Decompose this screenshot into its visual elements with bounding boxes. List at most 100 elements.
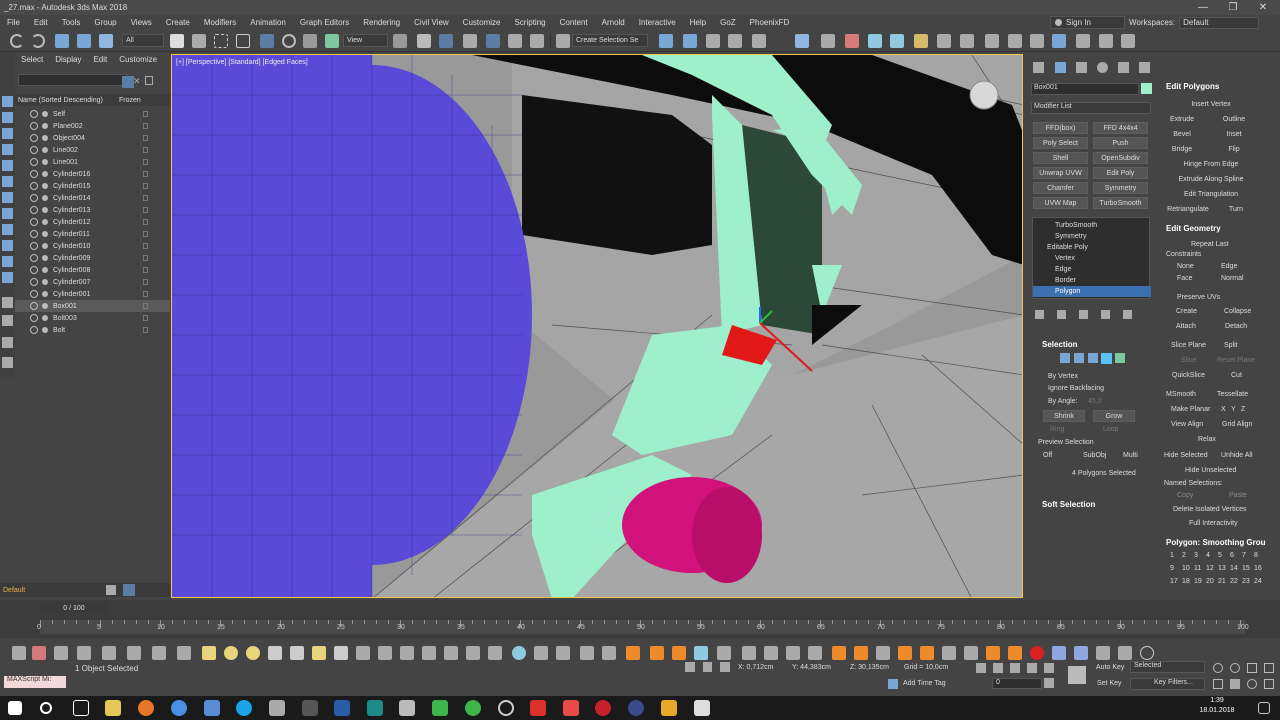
- reset-plane-button[interactable]: Reset Plane: [1217, 357, 1255, 364]
- app-icon-1[interactable]: [204, 700, 220, 716]
- menu-graph-editors[interactable]: Graph Editors: [293, 18, 356, 27]
- freeze-icon[interactable]: [143, 123, 148, 129]
- viewport-label[interactable]: [+] [Perspective] [Standard] [Edged Face…: [176, 59, 308, 66]
- windows-start-icon[interactable]: [8, 701, 22, 715]
- ffd-box-button[interactable]: FFD(box): [1033, 122, 1088, 134]
- planar-y-button[interactable]: Y: [1231, 406, 1236, 413]
- spacewarps-icon[interactable]: [2, 208, 13, 219]
- minimize-button[interactable]: —: [1188, 0, 1218, 15]
- phoenix-liquid-icon[interactable]: [1008, 34, 1022, 48]
- mirror-icon[interactable]: [659, 34, 673, 48]
- menu-customize[interactable]: Customize: [456, 18, 508, 27]
- smoothing-group-button[interactable]: 21: [1218, 578, 1226, 585]
- smoothing-group-button[interactable]: 18: [1182, 578, 1190, 585]
- edge-mode-icon[interactable]: [1074, 353, 1084, 363]
- maximize-viewport-icon[interactable]: [1264, 679, 1274, 689]
- preview-subobj-radio[interactable]: SubObj: [1083, 452, 1106, 459]
- 3dsmax-taskbar-icon[interactable]: [367, 700, 383, 716]
- tab-edit[interactable]: Edit: [87, 55, 113, 64]
- set-key-button[interactable]: Set Key: [1097, 680, 1122, 687]
- grid-icon[interactable]: [77, 646, 91, 660]
- visibility-icon[interactable]: [30, 194, 38, 202]
- visibility-icon[interactable]: [30, 170, 38, 178]
- configure-modifier-sets-icon[interactable]: [1123, 310, 1132, 319]
- visibility-icon[interactable]: [30, 266, 38, 274]
- app-icon-4[interactable]: [399, 700, 415, 716]
- rectangular-selection-icon[interactable]: [214, 34, 228, 48]
- render-icon[interactable]: [42, 147, 48, 153]
- search-icon[interactable]: [40, 702, 52, 714]
- freeze-icon[interactable]: [143, 135, 148, 141]
- smoothing-group-button[interactable]: 9: [1170, 565, 1174, 572]
- smoothing-group-button[interactable]: 2: [1182, 552, 1186, 559]
- stack-item-border[interactable]: Border: [1033, 275, 1151, 286]
- edit-triangulation-button[interactable]: Edit Triangulation: [1166, 188, 1256, 200]
- material-icon[interactable]: [32, 646, 46, 660]
- cut-button[interactable]: Cut: [1231, 372, 1242, 379]
- menu-content[interactable]: Content: [553, 18, 595, 27]
- z-coordinate[interactable]: Z: 30,135cm: [850, 664, 889, 671]
- visibility-icon[interactable]: [30, 290, 38, 298]
- cameras-icon[interactable]: [2, 176, 13, 187]
- render-icon[interactable]: [42, 255, 48, 261]
- app-icon-11[interactable]: [628, 700, 644, 716]
- vortex-icon[interactable]: [964, 646, 978, 660]
- polygon-mode-icon[interactable]: [1101, 353, 1112, 364]
- visibility-icon[interactable]: [30, 230, 38, 238]
- render-icon[interactable]: [602, 646, 616, 660]
- phoenix-stop-icon[interactable]: [672, 646, 686, 660]
- slice-plane-button[interactable]: Slice Plane: [1171, 342, 1206, 349]
- spline-icon[interactable]: [488, 646, 502, 660]
- render-icon[interactable]: [42, 267, 48, 273]
- auto-key-button[interactable]: Auto Key: [1096, 664, 1124, 671]
- grid-align-button[interactable]: Grid Align: [1222, 421, 1252, 428]
- hierarchy-icon[interactable]: [2, 128, 13, 139]
- restore-sim-icon[interactable]: [808, 646, 822, 660]
- tab-select[interactable]: Select: [15, 55, 49, 64]
- layer-stack-icon[interactable]: [106, 585, 116, 595]
- render-icon[interactable]: [42, 207, 48, 213]
- smoothing-group-button[interactable]: 24: [1254, 578, 1262, 585]
- visibility-icon[interactable]: [30, 254, 38, 262]
- push-button[interactable]: Push: [1093, 137, 1148, 149]
- smoothing-group-button[interactable]: 14: [1230, 565, 1238, 572]
- freeze-icon[interactable]: [143, 267, 148, 273]
- visibility-icon[interactable]: [30, 110, 38, 118]
- edit-named-selection-icon[interactable]: [530, 34, 544, 48]
- axis-icon[interactable]: [102, 646, 116, 660]
- app-icon-3[interactable]: [302, 700, 318, 716]
- freeze-icon[interactable]: [143, 243, 148, 249]
- scene-row[interactable]: Cylinder012: [15, 216, 170, 228]
- freeze-icon[interactable]: [143, 279, 148, 285]
- smoothing-group-button[interactable]: 19: [1194, 578, 1202, 585]
- scene-search-input[interactable]: [18, 74, 128, 86]
- phoenix-start-icon[interactable]: [650, 646, 664, 660]
- gear-icon[interactable]: [127, 646, 141, 660]
- play-sim-icon[interactable]: [742, 646, 756, 660]
- scene-row[interactable]: Cylinder016: [15, 168, 170, 180]
- pivot-center-icon[interactable]: [393, 34, 407, 48]
- sphere-icon[interactable]: [224, 646, 238, 660]
- stack-item-symmetry[interactable]: Symmetry: [1033, 231, 1151, 242]
- visibility-icon[interactable]: [30, 218, 38, 226]
- smoothing-group-button[interactable]: 17: [1170, 578, 1178, 585]
- fire-icon[interactable]: [832, 646, 846, 660]
- make-planar-button[interactable]: Make Planar: [1171, 406, 1210, 413]
- render-icon[interactable]: [42, 171, 48, 177]
- isolate-icon[interactable]: [685, 662, 695, 672]
- scene-row[interactable]: Cylinder015: [15, 180, 170, 192]
- symmetry-button[interactable]: Symmetry: [1093, 182, 1148, 194]
- constraint-normal-radio[interactable]: Normal: [1221, 275, 1244, 282]
- msmooth-button[interactable]: MSmooth: [1166, 391, 1196, 398]
- groups-icon[interactable]: [2, 224, 13, 235]
- smoothing-group-button[interactable]: 13: [1218, 565, 1226, 572]
- time-config-icon[interactable]: [1044, 678, 1054, 688]
- render-icon[interactable]: [42, 123, 48, 129]
- pause-sim-icon[interactable]: [764, 646, 778, 660]
- paste-button[interactable]: Paste: [1229, 492, 1247, 499]
- smoothing-group-button[interactable]: 5: [1218, 552, 1222, 559]
- globe-icon[interactable]: [512, 646, 526, 660]
- phoenix-particle-icon[interactable]: [1099, 34, 1113, 48]
- menu-arnold[interactable]: Arnold: [595, 18, 632, 27]
- lights-icon[interactable]: [2, 160, 13, 171]
